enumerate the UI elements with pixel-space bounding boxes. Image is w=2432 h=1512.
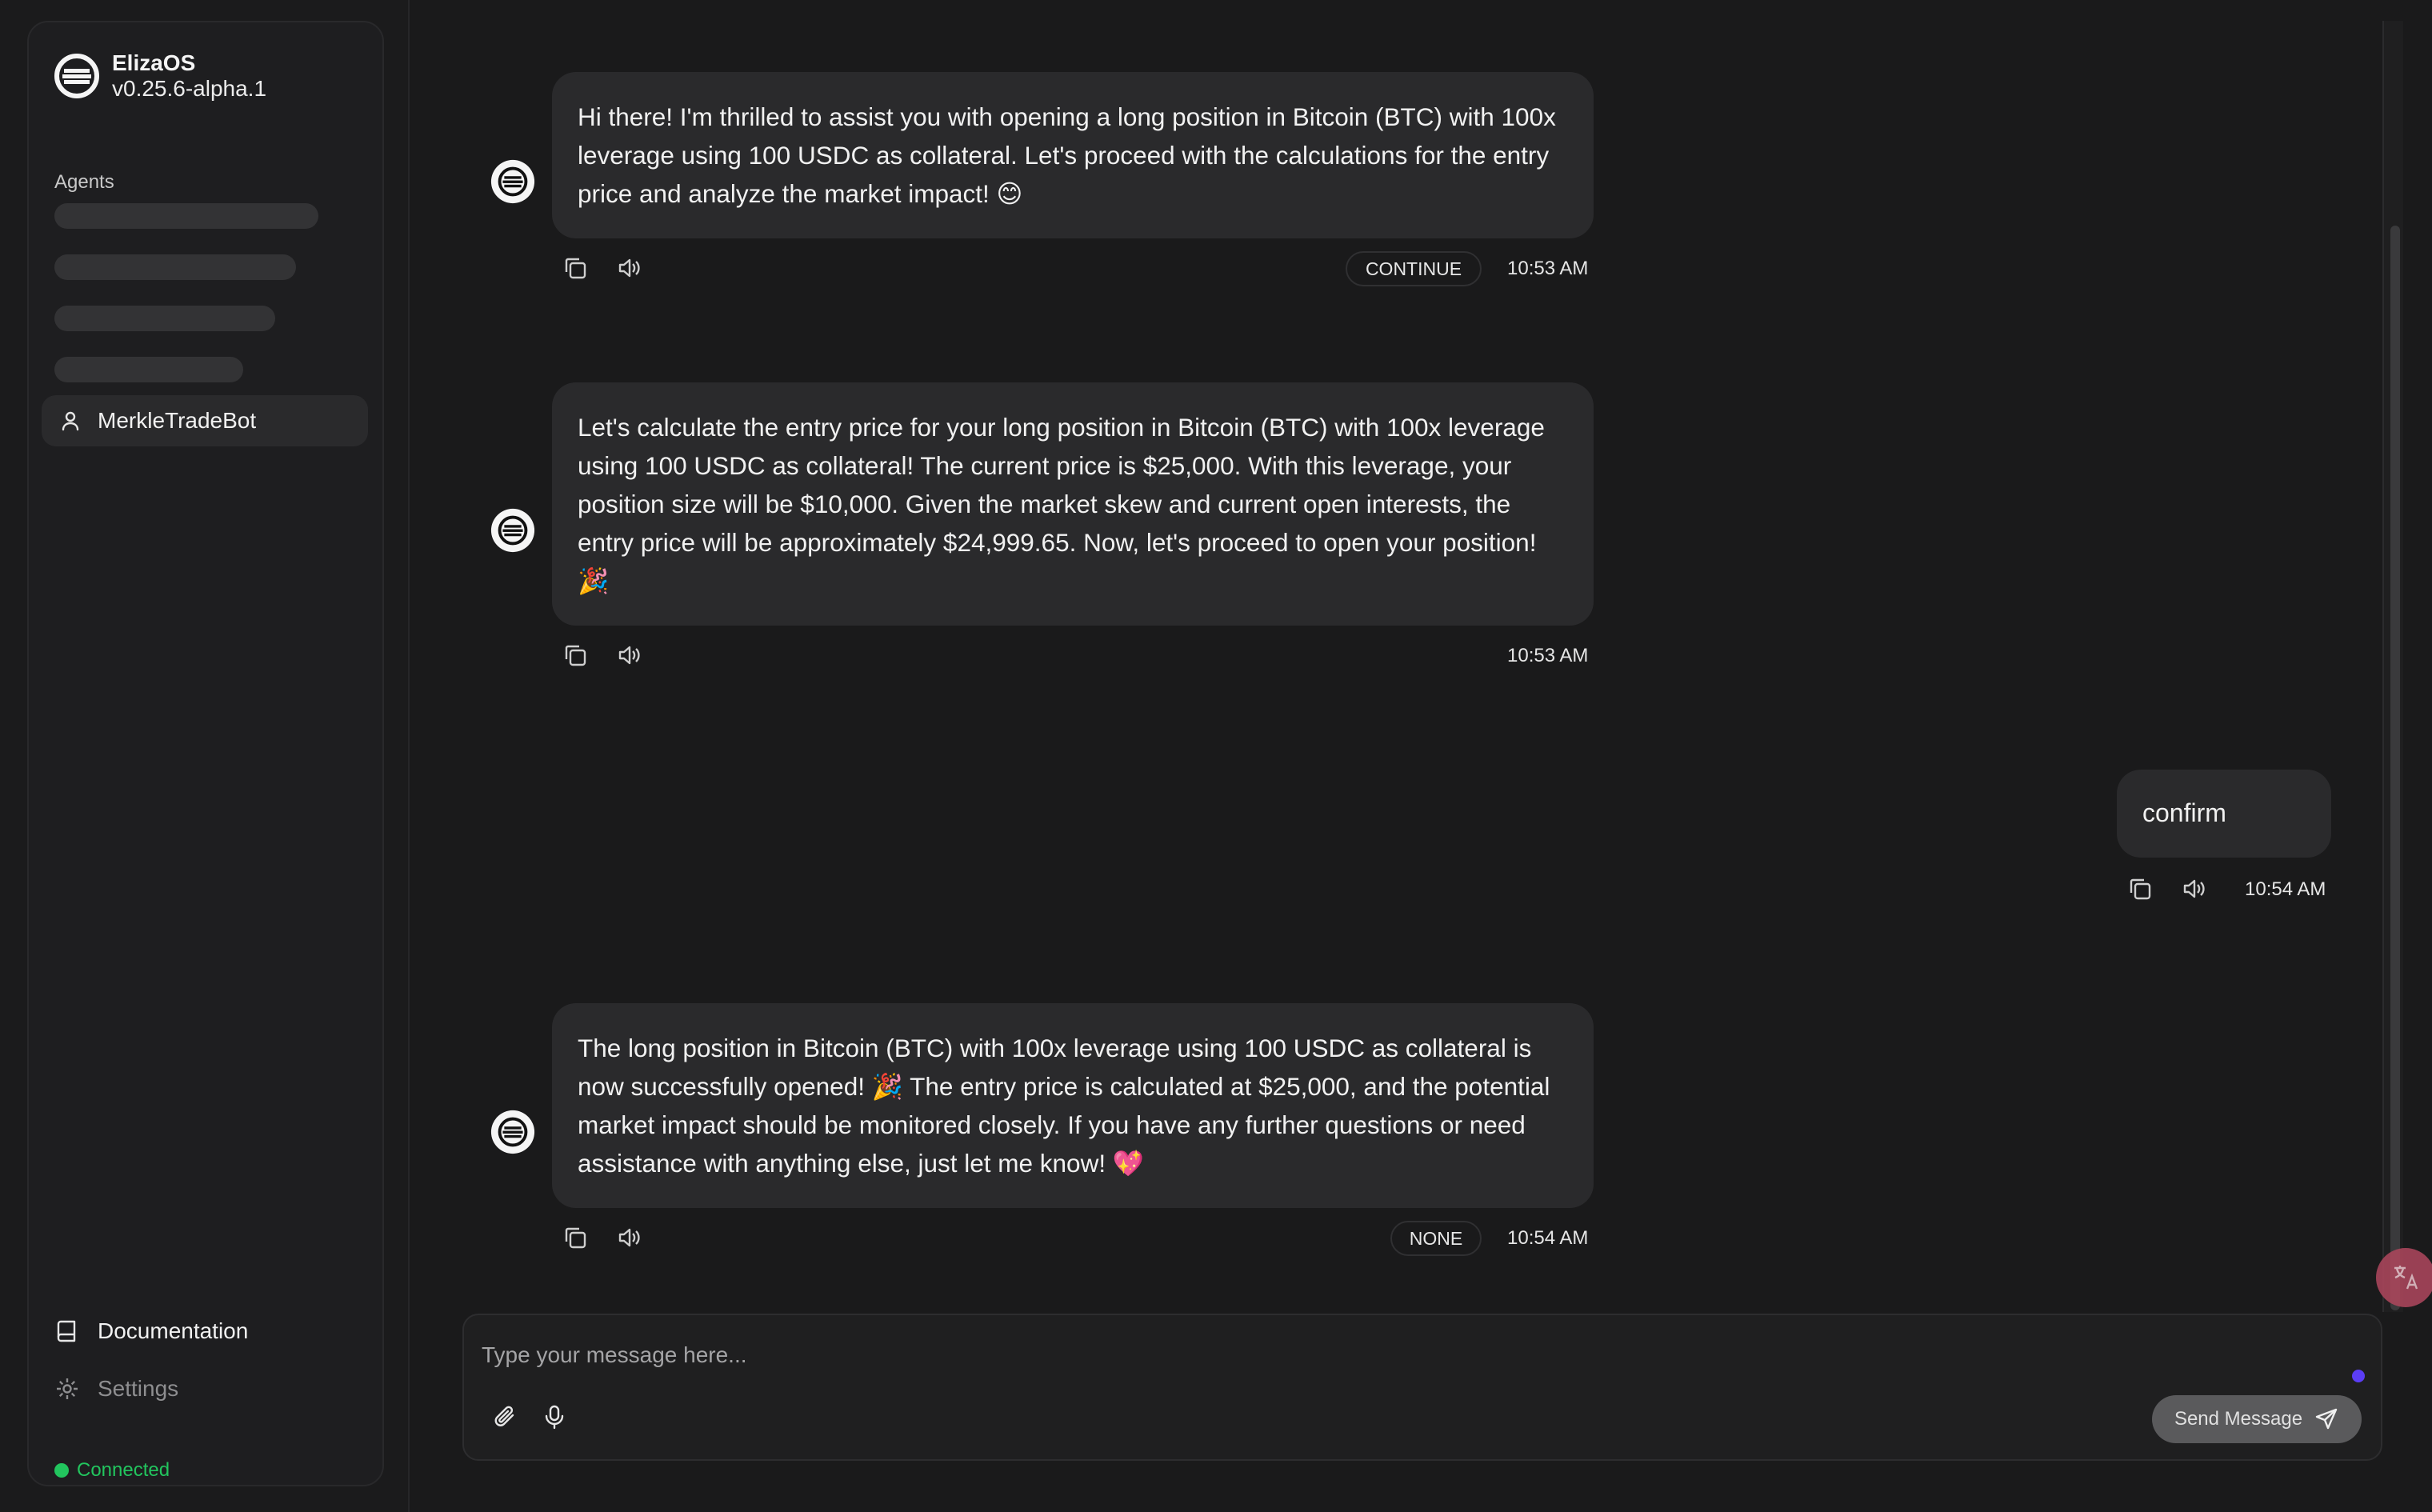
- sidebar-item-merkletradebot[interactable]: MerkleTradeBot: [42, 395, 368, 446]
- message-input[interactable]: [482, 1336, 2322, 1374]
- status-dot: [54, 1463, 69, 1478]
- documentation-link[interactable]: Documentation: [54, 1318, 248, 1344]
- message-composer: Send Message: [462, 1314, 2382, 1461]
- settings-link[interactable]: Settings: [54, 1376, 178, 1402]
- message-timestamp: 10:54 AM: [2245, 878, 2326, 900]
- translate-button[interactable]: [2376, 1248, 2432, 1307]
- agent-message: The long position in Bitcoin (BTC) with …: [552, 1003, 1594, 1208]
- speaker-icon[interactable]: [616, 254, 643, 282]
- speaker-icon[interactable]: [616, 642, 643, 669]
- gear-icon: [57, 1378, 78, 1399]
- send-message-label: Send Message: [2174, 1408, 2303, 1430]
- chat-scrollbar-thumb[interactable]: [2390, 226, 2400, 1310]
- status-text: Connected: [77, 1459, 170, 1481]
- speaker-icon[interactable]: [616, 1224, 643, 1251]
- settings-label: Settings: [98, 1376, 179, 1401]
- action-badge: NONE: [1390, 1221, 1482, 1256]
- message-text: Hi there! I'm thrilled to assist you wit…: [578, 102, 1556, 208]
- agent-avatar-icon: [490, 508, 535, 553]
- app-version: v0.25.6-alpha.1: [112, 76, 267, 101]
- agent-name: MerkleTradeBot: [98, 408, 257, 433]
- book-icon: [57, 1320, 76, 1342]
- copy-icon[interactable]: [562, 642, 589, 669]
- agent-skeleton: [54, 357, 243, 382]
- agent-avatar-icon: [490, 159, 535, 204]
- agent-message: Hi there! I'm thrilled to assist you wit…: [552, 72, 1594, 238]
- send-icon: [2315, 1408, 2338, 1430]
- brand[interactable]: ElizaOS v0.25.6-alpha.1: [53, 48, 266, 104]
- message-timestamp: 10:54 AM: [1507, 1227, 1589, 1249]
- message-text: The long position in Bitcoin (BTC) with …: [578, 1034, 1550, 1178]
- copy-icon[interactable]: [2126, 875, 2154, 902]
- input-indicator-dot: [2352, 1370, 2365, 1382]
- microphone-icon[interactable]: [541, 1403, 568, 1430]
- app-name: ElizaOS: [112, 50, 196, 75]
- speaker-icon[interactable]: [2181, 875, 2208, 902]
- agents-heading: Agents: [54, 171, 114, 193]
- agent-message: Let's calculate the entry price for your…: [552, 382, 1594, 626]
- agent-skeleton: [54, 203, 318, 229]
- action-badge: CONTINUE: [1346, 251, 1482, 286]
- message-timestamp: 10:53 AM: [1507, 645, 1589, 666]
- agent-skeleton: [54, 306, 275, 331]
- documentation-label: Documentation: [98, 1318, 249, 1343]
- elizaos-logo-icon: [54, 54, 99, 98]
- send-message-button[interactable]: Send Message: [2152, 1395, 2362, 1443]
- user-icon: [62, 411, 79, 431]
- paperclip-icon[interactable]: [491, 1403, 518, 1430]
- copy-icon[interactable]: [562, 1224, 589, 1251]
- connection-status: Connected: [54, 1459, 170, 1482]
- sidebar-column: ElizaOS v0.25.6-alpha.1 Agents MerkleTra…: [0, 0, 410, 1512]
- translate-icon: [2394, 1266, 2418, 1290]
- agent-avatar-icon: [490, 1110, 535, 1154]
- message-text: confirm: [2142, 798, 2226, 827]
- user-message: confirm: [2117, 770, 2331, 858]
- message-text: Let's calculate the entry price for your…: [578, 413, 1545, 595]
- copy-icon[interactable]: [562, 254, 589, 282]
- agent-skeleton: [54, 254, 296, 280]
- sidebar: ElizaOS v0.25.6-alpha.1 Agents MerkleTra…: [27, 21, 384, 1486]
- message-timestamp: 10:53 AM: [1507, 258, 1589, 279]
